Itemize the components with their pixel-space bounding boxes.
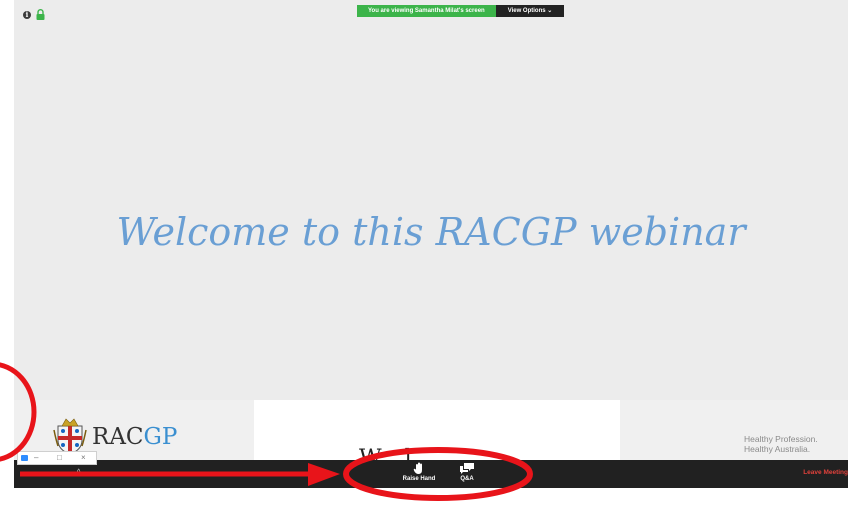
restore-button[interactable]: □ [57, 453, 62, 463]
tagline-line-1: Healthy Profession. [744, 434, 818, 444]
close-button[interactable]: × [81, 453, 86, 463]
leave-meeting-button[interactable]: Leave Meeting [803, 469, 848, 476]
logo-text-rac: RAC [92, 424, 144, 450]
raise-hand-button[interactable]: Raise Hand [394, 462, 444, 488]
qa-label: Q&A [460, 476, 474, 482]
chevron-up-icon[interactable]: ^ [77, 469, 80, 476]
zoom-logo-icon [21, 455, 28, 461]
welcome-heading: Welcome to this RACGP webinar [116, 210, 746, 254]
qa-button[interactable]: Q&A [442, 462, 492, 488]
racgp-crest-logo [53, 418, 87, 455]
minimize-button[interactable]: – [34, 453, 38, 463]
racgp-logo-text: RACGP [92, 424, 177, 450]
screen-share-banner: You are viewing Samantha Milat's screen … [357, 5, 565, 17]
sharing-status-text: You are viewing Samantha Milat's screen [357, 5, 496, 17]
logo-text-gp: GP [143, 424, 178, 450]
shared-screen-view: i You are viewing Samantha Milat's scree… [14, 0, 848, 488]
raise-hand-icon [413, 462, 422, 474]
raise-hand-label: Raise Hand [402, 476, 436, 482]
view-options-button[interactable]: View Options ⌄ [495, 5, 565, 17]
lock-icon[interactable] [36, 9, 45, 20]
slide-tagline: Healthy Profession. Healthy Australia. [744, 434, 818, 454]
tagline-line-2: Healthy Australia. [744, 444, 811, 454]
meeting-toolbar: Raise Hand Q&A Leave Meeting [14, 460, 848, 488]
info-icon[interactable]: i [23, 11, 31, 19]
qa-icon [460, 463, 474, 474]
zoom-mini-window[interactable]: – □ × [17, 451, 97, 465]
